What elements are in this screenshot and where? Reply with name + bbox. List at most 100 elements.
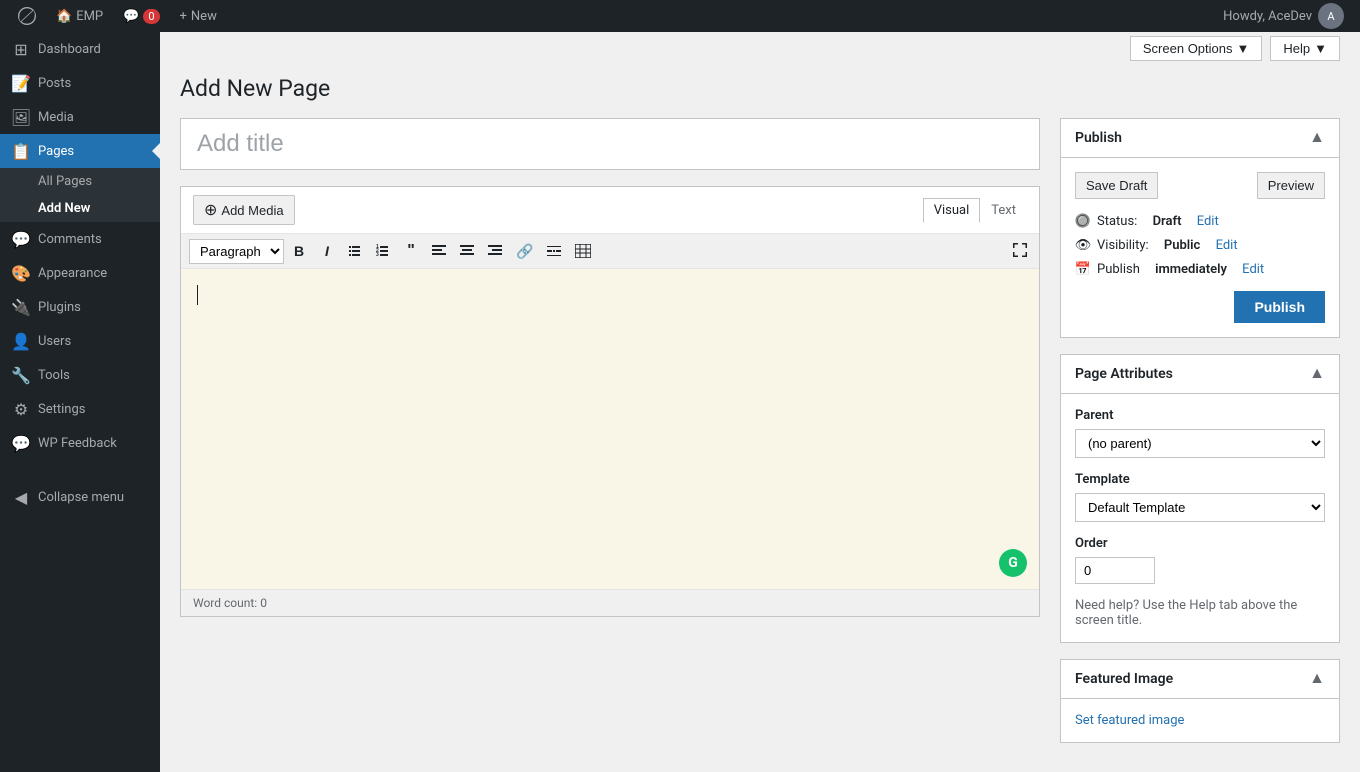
- template-select[interactable]: Default Template: [1075, 493, 1325, 522]
- publish-panel-toggle[interactable]: ▲: [1309, 129, 1325, 147]
- page-attributes-body: Parent (no parent) Template Default Temp…: [1061, 394, 1339, 642]
- dashboard-icon: ⊞: [12, 40, 30, 58]
- page-wrap: Add New Page ⊕ Add Media Visual: [160, 65, 1360, 772]
- template-field: Template Default Template: [1075, 472, 1325, 522]
- blockquote-button[interactable]: ": [398, 238, 424, 264]
- grammarly-button[interactable]: G: [999, 549, 1027, 577]
- status-icon: 🔘: [1075, 213, 1091, 229]
- collapse-menu[interactable]: ◀ Collapse menu: [0, 480, 160, 514]
- screen-meta: Screen Options ▼ Help ▼: [160, 32, 1360, 65]
- publish-actions: Save Draft Preview: [1075, 172, 1325, 199]
- page-attributes-panel: Page Attributes ▲ Parent (no parent): [1060, 354, 1340, 643]
- publish-time-edit-link[interactable]: Edit: [1242, 262, 1264, 277]
- submenu-all-pages[interactable]: All Pages: [0, 168, 160, 195]
- sidebar-active-arrow: [152, 143, 160, 159]
- add-media-icon: ⊕: [204, 200, 217, 220]
- sidebar-item-dashboard[interactable]: ⊞ Dashboard: [0, 32, 160, 66]
- users-icon: 👤: [12, 332, 30, 350]
- tab-visual[interactable]: Visual: [923, 198, 981, 223]
- ordered-list-button[interactable]: 123: [370, 238, 396, 264]
- edit-sidebar: Publish ▲ Save Draft Preview 🔘: [1060, 118, 1340, 759]
- save-draft-button[interactable]: Save Draft: [1075, 172, 1158, 199]
- editor-body[interactable]: G: [181, 269, 1039, 589]
- page-title: Add New Page: [180, 75, 1340, 102]
- editor-main: ⊕ Add Media Visual Text Paragraph: [180, 118, 1040, 759]
- visibility-value: Public: [1164, 238, 1200, 253]
- admin-sidebar: ⊞ Dashboard 📝 Posts 🖼 Media 📋 Pages All …: [0, 32, 160, 772]
- site-name[interactable]: 🏠 EMP: [46, 9, 113, 24]
- editor-wrap: ⊕ Add Media Visual Text Paragraph: [180, 186, 1040, 617]
- fullscreen-button[interactable]: [1009, 239, 1031, 264]
- title-input[interactable]: [180, 118, 1040, 170]
- text-cursor: [197, 285, 198, 305]
- visibility-icon: 👁: [1075, 237, 1091, 253]
- align-left-button[interactable]: [426, 238, 452, 264]
- word-count-bar: Word count: 0: [181, 589, 1039, 616]
- parent-select[interactable]: (no parent): [1075, 429, 1325, 458]
- collapse-icon: ◀: [12, 488, 30, 506]
- wp-logo[interactable]: [8, 7, 46, 25]
- comment-count: 0: [143, 9, 159, 24]
- featured-image-title: Featured Image: [1075, 671, 1173, 687]
- submenu-add-new[interactable]: Add New: [0, 195, 160, 222]
- italic-button[interactable]: I: [314, 238, 340, 264]
- order-label: Order: [1075, 536, 1325, 551]
- visibility-row: 👁 Visibility: Public Edit: [1075, 237, 1325, 253]
- status-edit-link[interactable]: Edit: [1197, 214, 1219, 229]
- main-content: Screen Options ▼ Help ▼ Add New Page: [160, 32, 1360, 772]
- order-input[interactable]: [1075, 557, 1155, 584]
- formatting-toolbar: Paragraph B I 123 ": [181, 234, 1039, 269]
- preview-button[interactable]: Preview: [1257, 172, 1325, 199]
- link-button[interactable]: 🔗: [510, 238, 539, 264]
- sidebar-item-pages[interactable]: 📋 Pages: [0, 134, 160, 168]
- featured-image-body: Set featured image: [1061, 699, 1339, 742]
- page-attributes-toggle[interactable]: ▲: [1309, 365, 1325, 383]
- sidebar-item-wp-feedback[interactable]: 💬 WP Feedback: [0, 426, 160, 460]
- admin-bar: 🏠 EMP 💬 0 + New Howdy, AceDev A: [0, 0, 1360, 32]
- visibility-edit-link[interactable]: Edit: [1216, 238, 1238, 253]
- chevron-down-icon: ▼: [1237, 41, 1250, 56]
- sidebar-item-media[interactable]: 🖼 Media: [0, 100, 160, 134]
- svg-text:3: 3: [376, 252, 379, 258]
- help-text: Need help? Use the Help tab above the sc…: [1075, 598, 1325, 628]
- tab-text[interactable]: Text: [980, 198, 1027, 223]
- sidebar-item-plugins[interactable]: 🔌 Plugins: [0, 290, 160, 324]
- sidebar-item-settings[interactable]: ⚙ Settings: [0, 392, 160, 426]
- set-featured-image-link[interactable]: Set featured image: [1075, 713, 1184, 728]
- posts-icon: 📝: [12, 74, 30, 92]
- chevron-down-icon-help: ▼: [1314, 41, 1327, 56]
- bold-button[interactable]: B: [286, 238, 312, 264]
- pages-icon: 📋: [12, 142, 30, 160]
- align-center-button[interactable]: [454, 238, 480, 264]
- sidebar-item-users[interactable]: 👤 Users: [0, 324, 160, 358]
- publish-panel-title: Publish: [1075, 130, 1122, 146]
- sidebar-item-posts[interactable]: 📝 Posts: [0, 66, 160, 100]
- pages-submenu: All Pages Add New: [0, 168, 160, 222]
- publish-time-value: immediately: [1155, 262, 1227, 277]
- screen-options-button[interactable]: Screen Options ▼: [1130, 36, 1262, 61]
- page-attributes-title: Page Attributes: [1075, 366, 1173, 382]
- editor-top-toolbar: ⊕ Add Media Visual Text: [181, 187, 1039, 234]
- paragraph-select[interactable]: Paragraph: [189, 239, 284, 264]
- add-media-button[interactable]: ⊕ Add Media: [193, 195, 295, 225]
- sidebar-item-comments[interactable]: 💬 Comments: [0, 222, 160, 256]
- sidebar-item-tools[interactable]: 🔧 Tools: [0, 358, 160, 392]
- table-button[interactable]: [569, 238, 597, 264]
- new-content[interactable]: + New: [170, 9, 227, 24]
- sidebar-item-appearance[interactable]: 🎨 Appearance: [0, 256, 160, 290]
- visual-text-tabs: Visual Text: [923, 198, 1027, 223]
- publish-button[interactable]: Publish: [1234, 291, 1325, 323]
- featured-image-toggle[interactable]: ▲: [1309, 670, 1325, 688]
- page-attributes-header: Page Attributes ▲: [1061, 355, 1339, 394]
- more-button[interactable]: [541, 238, 567, 264]
- settings-icon: ⚙: [12, 400, 30, 418]
- parent-label: Parent: [1075, 408, 1325, 423]
- publish-panel-header: Publish ▲: [1061, 119, 1339, 158]
- appearance-icon: 🎨: [12, 264, 30, 282]
- help-button[interactable]: Help ▼: [1270, 36, 1340, 61]
- publish-meta: 🔘 Status: Draft Edit 👁 Visibility: Publi…: [1075, 213, 1325, 277]
- comments-link[interactable]: 💬 0: [113, 9, 169, 24]
- unordered-list-button[interactable]: [342, 238, 368, 264]
- user-greeting[interactable]: Howdy, AceDev A: [1215, 3, 1352, 29]
- align-right-button[interactable]: [482, 238, 508, 264]
